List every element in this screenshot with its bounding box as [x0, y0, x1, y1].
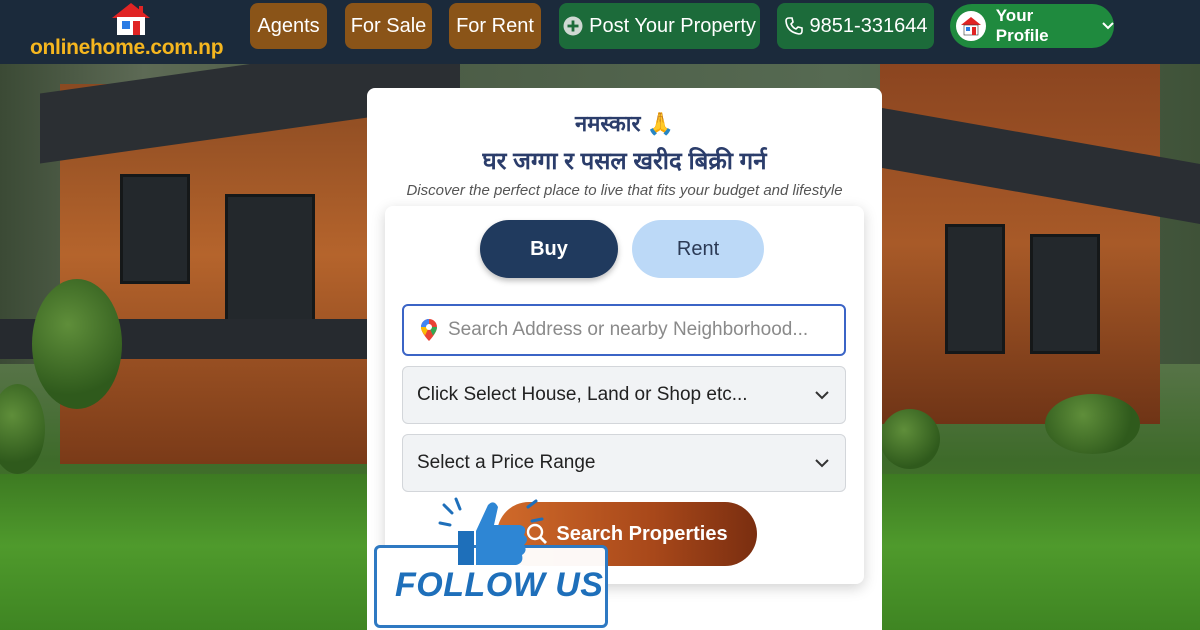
site-logo[interactable]: onlinehome.com.np: [30, 0, 240, 60]
price-range-value: Select a Price Range: [417, 452, 596, 473]
property-type-select[interactable]: Click Select House, Land or Shop etc...: [402, 366, 846, 424]
top-navbar: onlinehome.com.np Agents For Sale For Re…: [0, 0, 1200, 64]
greeting: नमस्कार 🙏: [574, 111, 675, 136]
house-window: [945, 224, 1005, 354]
hero-title: घर जग्गा र पसल खरीद बिक्री गर्न: [482, 148, 767, 175]
property-type-value: Click Select House, Land or Shop etc...: [417, 384, 748, 405]
shrub: [880, 409, 940, 469]
house-logo-icon: [112, 3, 150, 35]
chevron-down-icon: [815, 458, 829, 468]
nav-agents[interactable]: Agents: [250, 3, 327, 49]
search-button-label: Search Properties: [556, 522, 728, 545]
shrub: [0, 384, 45, 474]
nav-for-rent[interactable]: For Rent: [449, 3, 541, 49]
nav-post-property-label: Post Your Property: [589, 14, 756, 37]
tab-buy[interactable]: Buy: [480, 220, 618, 278]
chevron-down-icon: [1102, 22, 1114, 30]
house-avatar-icon: [956, 11, 986, 41]
nav-phone[interactable]: 9851-331644: [777, 3, 934, 49]
hero-subtitle: Discover the perfect place to live that …: [406, 182, 843, 199]
address-search-field[interactable]: [402, 304, 846, 356]
shrub: [1045, 394, 1140, 454]
profile-label: Your Profile: [995, 6, 1049, 45]
nav-post-property[interactable]: Post Your Property: [559, 3, 760, 49]
logo-text: onlinehome.com.np: [30, 36, 224, 59]
map-pin-icon: [420, 318, 438, 342]
search-input[interactable]: [448, 319, 828, 341]
shrub: [32, 279, 122, 409]
nav-phone-number: 9851-331644: [809, 14, 928, 37]
chevron-down-icon: [815, 390, 829, 400]
phone-icon: [784, 16, 804, 36]
house-window: [120, 174, 190, 284]
house-window: [225, 194, 315, 334]
nav-for-sale[interactable]: For Sale: [345, 3, 432, 49]
house-window: [1030, 234, 1100, 354]
price-range-select[interactable]: Select a Price Range: [402, 434, 846, 492]
tab-rent[interactable]: Rent: [632, 220, 764, 278]
profile-menu-button[interactable]: Your Profile: [950, 4, 1114, 48]
thumbs-up-icon: [438, 497, 544, 565]
plus-circle-icon: [563, 16, 583, 36]
